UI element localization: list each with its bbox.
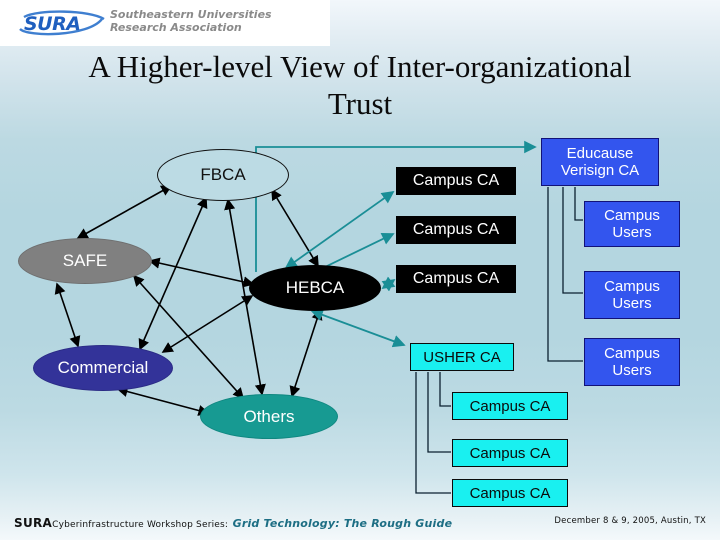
edge-hebca-campusca-3: [381, 276, 396, 292]
node-usher-campus-ca-2[interactable]: Campus CA: [452, 439, 568, 467]
edge-fbca-safe: [76, 185, 173, 239]
sura-wordmark: SURA: [24, 13, 81, 35]
node-commercial[interactable]: Commercial: [33, 345, 173, 391]
edge-hebca-others: [289, 308, 323, 398]
sura-subtitle: Southeastern Universities Research Assoc…: [110, 8, 272, 34]
tree-usher: [415, 372, 451, 494]
footer-org: SURA: [14, 516, 53, 530]
node-safe[interactable]: SAFE: [18, 238, 152, 284]
node-others[interactable]: Others: [200, 394, 338, 439]
node-hebca-campus-ca-3[interactable]: Campus CA: [396, 265, 516, 293]
node-campus-users-1[interactable]: Campus Users: [584, 201, 680, 247]
tree-educause: [547, 187, 583, 362]
node-hebca-campus-ca-2[interactable]: Campus CA: [396, 216, 516, 244]
edge-hebca-campusca-1: [284, 190, 395, 270]
node-campus-users-3[interactable]: Campus Users: [584, 338, 680, 386]
node-fbca[interactable]: FBCA: [157, 149, 289, 201]
slide-title: A Higher-level View of Inter-organizatio…: [88, 49, 632, 121]
footer-date-location: December 8 & 9, 2005, Austin, TX: [554, 516, 706, 526]
slide-footer: SURACyberinfrastructure Workshop Series:…: [0, 512, 720, 534]
footer-talk-title: Grid Technology: The Rough Guide: [232, 517, 453, 530]
sura-swoosh-icon: SURA: [18, 10, 106, 36]
footer-series: Cyberinfrastructure Workshop Series:: [52, 520, 229, 530]
node-hebca-campus-ca-1[interactable]: Campus CA: [396, 167, 516, 195]
edge-commercial-others: [116, 386, 210, 416]
node-usher-ca[interactable]: USHER CA: [410, 343, 514, 371]
node-usher-campus-ca-3[interactable]: Campus CA: [452, 479, 568, 507]
slide-canvas: SURA Southeastern Universities Research …: [0, 0, 720, 540]
sura-logo: SURA Southeastern Universities Research …: [0, 0, 330, 46]
edge-fbca-commercial: [138, 196, 208, 351]
footer-left-group: SURACyberinfrastructure Workshop Series:…: [14, 514, 452, 532]
edge-fbca-hebca: [271, 188, 319, 268]
node-hebca[interactable]: HEBCA: [249, 265, 381, 311]
node-educause-verisign-ca[interactable]: Educause Verisign CA: [541, 138, 659, 186]
edge-safe-hebca: [148, 257, 255, 288]
node-campus-users-2[interactable]: Campus Users: [584, 271, 680, 319]
edge-safe-commercial: [54, 282, 81, 348]
edge-hebca-educause: [255, 140, 537, 272]
edge-hebca-usher: [310, 308, 406, 348]
node-usher-campus-ca-1[interactable]: Campus CA: [452, 392, 568, 420]
